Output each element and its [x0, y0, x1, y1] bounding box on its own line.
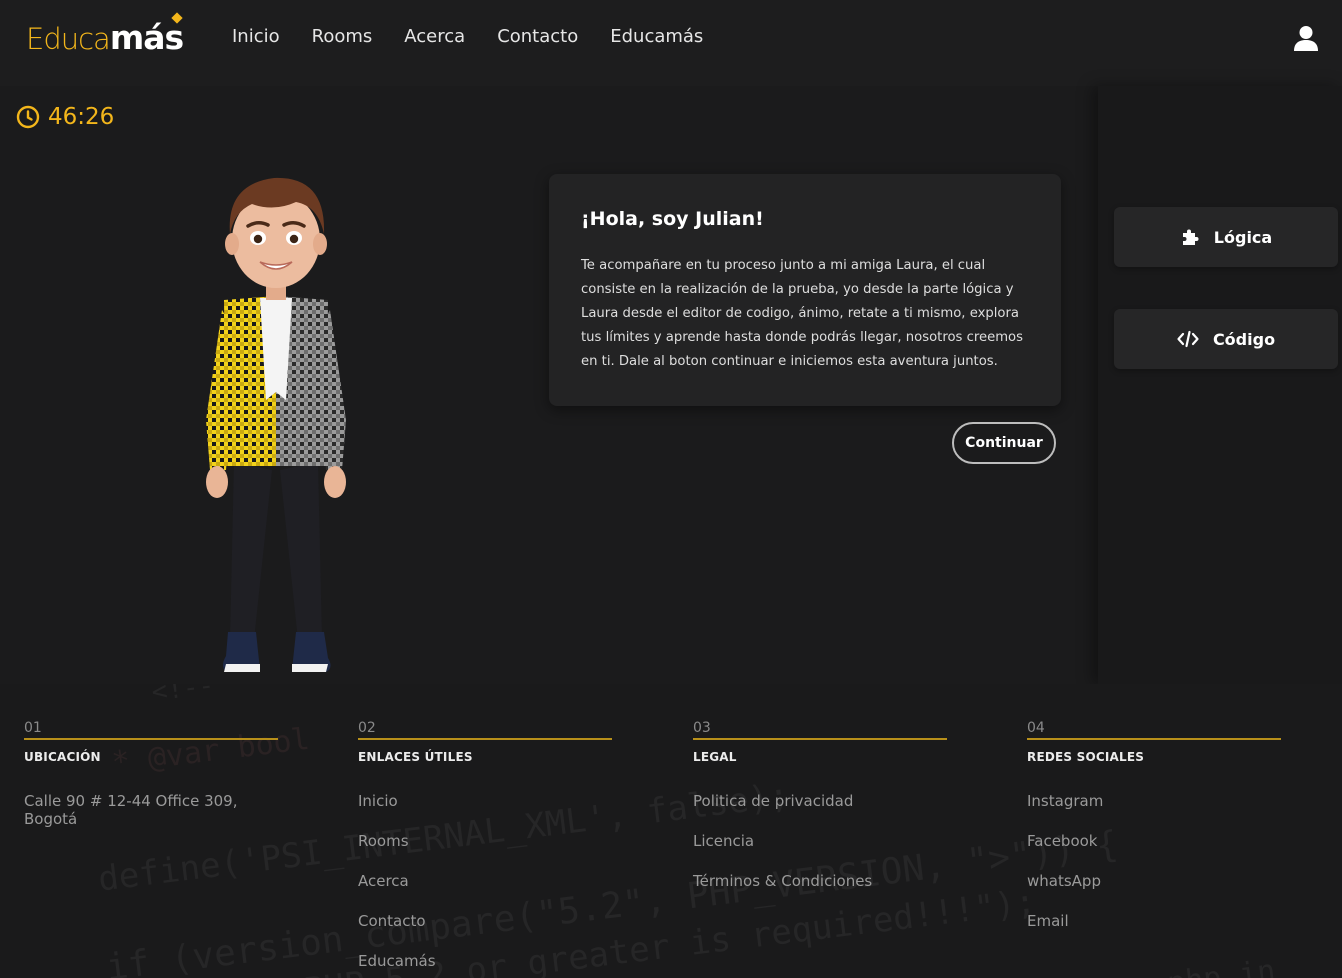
side-panel — [1098, 86, 1342, 684]
bg-code-line: <!-- — [150, 684, 216, 708]
nav-link-acerca[interactable]: Acerca — [404, 26, 465, 47]
footer-col-number: 01 — [24, 720, 278, 740]
top-navbar: Educa más Inicio Rooms Acerca Contacto E… — [0, 0, 1342, 86]
clock-icon — [16, 105, 40, 129]
footer-col-title: UBICACIÓN — [24, 750, 101, 764]
footer-link-facebook[interactable]: Facebook — [1027, 832, 1281, 872]
continue-button[interactable]: Continuar — [952, 422, 1056, 464]
footer-link-acerca[interactable]: Acerca — [358, 872, 612, 912]
bg-code-line: ... to php in — [1040, 953, 1277, 978]
footer-col-ubicacion: 01 UBICACIÓN Calle 90 # 12-44 Office 309… — [24, 720, 278, 828]
footer-link-licencia[interactable]: Licencia — [693, 832, 947, 872]
nav-link-inicio[interactable]: Inicio — [232, 26, 280, 47]
footer-link-inicio[interactable]: Inicio — [358, 792, 612, 832]
timer-value: 46:26 — [48, 104, 115, 130]
nav-link-educamas[interactable]: Educamás — [610, 26, 703, 47]
countdown-timer: 46:26 — [16, 104, 114, 130]
footer-col-title: REDES SOCIALES — [1027, 750, 1145, 764]
footer: <!-- * @var bool define('PSI_INTERNAL_XM… — [0, 684, 1342, 978]
footer-link-contacto[interactable]: Contacto — [358, 912, 612, 952]
footer-link-whatsapp[interactable]: whatsApp — [1027, 872, 1281, 912]
footer-link-email[interactable]: Email — [1027, 912, 1281, 952]
logica-label: Lógica — [1213, 227, 1273, 247]
footer-col-number: 04 — [1027, 720, 1281, 740]
logica-button[interactable]: Lógica — [1114, 207, 1338, 267]
footer-col-legal: 03 LEGAL Politica de privacidad Licencia… — [693, 720, 947, 912]
nav-link-rooms[interactable]: Rooms — [312, 26, 373, 47]
logo-text-educa: Educa — [26, 22, 111, 56]
footer-address: Calle 90 # 12-44 Office 309, Bogotá — [24, 792, 238, 828]
footer-col-enlaces: 02 ENLACES ÚTILES Inicio Rooms Acerca Co… — [358, 720, 612, 978]
footer-link-terminos[interactable]: Términos & Condiciones — [693, 872, 947, 912]
codigo-button[interactable]: Código — [1114, 309, 1338, 369]
main-nav: Inicio Rooms Acerca Contacto Educamás — [232, 26, 735, 47]
footer-col-redes: 04 REDES SOCIALES Instagram Facebook wha… — [1027, 720, 1281, 952]
educamas-logo[interactable]: Educa más — [26, 12, 184, 58]
avatar-julian — [206, 177, 346, 672]
footer-link-educamas[interactable]: Educamás — [358, 952, 612, 978]
julian-dialog: ¡Hola, soy Julian! Te acompañare en tu p… — [549, 174, 1061, 406]
footer-col-title: ENLACES ÚTILES — [358, 750, 473, 764]
dialog-body: Te acompañare en tu proceso junto a mi a… — [581, 258, 1023, 369]
nav-link-contacto[interactable]: Contacto — [497, 26, 578, 47]
user-icon[interactable] — [1292, 24, 1320, 52]
puzzle-icon — [1182, 229, 1199, 245]
footer-link-rooms[interactable]: Rooms — [358, 832, 612, 872]
codigo-label: Código — [1212, 329, 1276, 349]
dialog-title: ¡Hola, soy Julian! — [581, 208, 764, 230]
footer-col-title: LEGAL — [693, 750, 737, 764]
logo-text-mas: más — [110, 12, 184, 57]
footer-col-number: 02 — [358, 720, 612, 740]
code-icon — [1177, 330, 1199, 348]
footer-col-number: 03 — [693, 720, 947, 740]
footer-link-instagram[interactable]: Instagram — [1027, 792, 1281, 832]
footer-link-privacidad[interactable]: Politica de privacidad — [693, 792, 947, 832]
